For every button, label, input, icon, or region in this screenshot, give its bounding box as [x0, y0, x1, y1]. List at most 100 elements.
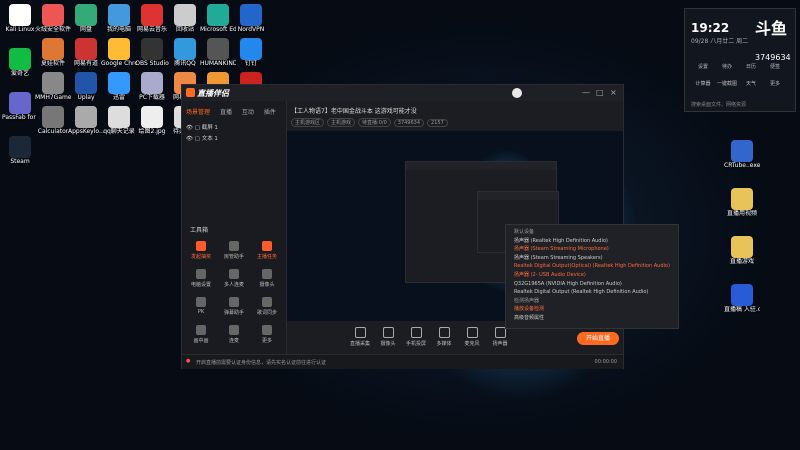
tool-label: PK: [197, 309, 205, 315]
audio-device-item[interactable]: 扬声器 (Steam Streaming Speakers): [506, 254, 678, 263]
scene-tabs: 场景管理 直播 互动 插件: [186, 107, 284, 116]
close-icon[interactable]: ×: [610, 88, 617, 97]
room-tag[interactable]: 待直播:0/0: [358, 118, 391, 127]
room-title[interactable]: 【工人物语7】老中国金战斗本 这游戏可能才没: [291, 106, 417, 115]
control-button[interactable]: 多媒体: [431, 327, 457, 347]
desktop-icon-label: 绘图2.jpg: [138, 128, 166, 135]
desktop-icon[interactable]: 回收站: [167, 4, 203, 33]
tab-interact[interactable]: 互动: [242, 109, 254, 116]
desktop-icon[interactable]: 夏娃软件: [35, 38, 71, 67]
audio-device-item[interactable]: Realtek Digital Output (Realtek High Def…: [506, 288, 678, 297]
desktop-icon[interactable]: 腾讯QQ: [167, 38, 203, 67]
audio-device-item[interactable]: 播放设备检测: [506, 305, 678, 314]
desktop-icon[interactable]: AppsKeylo...: [68, 106, 104, 135]
desktop-icon-label: Steam: [10, 158, 30, 165]
desktop-icon[interactable]: 直播稿 入驻.doc: [724, 284, 760, 313]
tab-scene[interactable]: 场景管理: [186, 109, 210, 116]
app-icon: [240, 4, 262, 26]
control-icon: [354, 327, 366, 338]
app-icon: [42, 72, 64, 94]
desktop-icon[interactable]: HUMANKIND: [200, 38, 236, 67]
tool-item[interactable]: 弹幕助手: [219, 297, 249, 316]
tool-item[interactable]: 更多: [252, 325, 282, 344]
desktop-icon[interactable]: Uplay: [68, 72, 104, 101]
tool-label: 连麦: [228, 338, 239, 344]
desktop-icon[interactable]: Google Chrome: [101, 38, 137, 67]
widget-shortcut[interactable]: 计算器: [691, 80, 715, 87]
tool-item[interactable]: 画中画: [186, 325, 216, 344]
desktop-icon[interactable]: PassFab for RAR: [2, 92, 38, 121]
desktop-icon-label: 直播用视频: [726, 210, 757, 217]
desktop-icon[interactable]: Kali Linux: [2, 4, 38, 33]
tool-item[interactable]: 多人连麦: [219, 269, 249, 288]
desktop-icon[interactable]: CRTube..exe: [724, 140, 760, 169]
desktop-icon[interactable]: 网易云音乐: [134, 4, 170, 33]
app-icon: [207, 4, 229, 26]
audio-device-item[interactable]: 扬声器 (Steam Streaming Microphone): [506, 245, 678, 254]
room-tag[interactable]: 主机游戏区: [291, 118, 325, 127]
widget-shortcut[interactable]: 日历: [739, 63, 763, 70]
start-live-button[interactable]: 开始直播: [577, 332, 619, 345]
control-button[interactable]: 扬声器: [487, 327, 513, 347]
desktop-icon[interactable]: Microsoft Edge: [200, 4, 236, 33]
tool-item[interactable]: 连麦: [219, 325, 249, 344]
clock-date: 09/28 八月廿二 周二: [691, 38, 749, 45]
scene-item[interactable]: 👁 ▢ 文本 1: [186, 134, 218, 142]
control-button[interactable]: 直播采集: [347, 327, 373, 347]
audio-device-item[interactable]: 扬声器 (2- USB Audio Device): [506, 271, 678, 280]
widget-shortcut[interactable]: 设置: [691, 63, 715, 70]
desktop-icon[interactable]: qq聊天记录: [101, 106, 137, 135]
audio-device-item[interactable]: 扬声器 (Realtek High Definition Audio): [506, 237, 678, 246]
desktop-icon[interactable]: 爱奇艺: [2, 48, 38, 77]
room-tag[interactable]: 2157: [427, 119, 448, 127]
tool-item[interactable]: 主播任务: [252, 241, 282, 260]
widget-shortcut[interactable]: 天气: [739, 80, 763, 87]
desktop-icon[interactable]: 绘图2.jpg: [134, 106, 170, 135]
room-tag[interactable]: 3749634: [393, 119, 425, 127]
room-tag[interactable]: 主机游戏: [327, 118, 356, 127]
audio-device-item[interactable]: 高级音频属性: [506, 314, 678, 323]
desktop-icon-label: 火绒安全软件: [35, 26, 71, 33]
desktop-icon[interactable]: 我的电脑: [101, 4, 137, 33]
tool-item[interactable]: 电脑设置: [186, 269, 216, 288]
minimize-icon[interactable]: —: [582, 88, 590, 97]
desktop-icon[interactable]: NordVPN: [233, 4, 269, 33]
scene-item[interactable]: 👁 ▢ 截屏 1: [186, 123, 218, 131]
tab-live[interactable]: 直播: [220, 109, 232, 116]
widget-shortcut[interactable]: 便签: [763, 63, 787, 70]
desktop-icon[interactable]: 火绒安全软件: [35, 4, 71, 33]
tool-icon: [262, 297, 272, 307]
maximize-icon[interactable]: □: [596, 88, 604, 97]
desktop-icon[interactable]: Calculator: [35, 106, 71, 135]
widget-shortcut[interactable]: 待办: [715, 63, 739, 70]
tool-item[interactable]: PK: [186, 297, 216, 315]
desktop-icon[interactable]: MMH7Game-Win: [35, 72, 71, 101]
desktop-icon[interactable]: 直播游戏: [724, 236, 760, 265]
control-button[interactable]: 手机投屏: [403, 327, 429, 347]
widget-shortcut[interactable]: 更多: [763, 80, 787, 87]
audio-device-item[interactable]: Q32G1965A (NVIDIA High Definition Audio): [506, 280, 678, 289]
control-button[interactable]: 麦克风: [459, 327, 485, 347]
desktop-icon[interactable]: OBS Studio: [134, 38, 170, 67]
desktop-icon[interactable]: 直播用视频: [724, 188, 760, 217]
tool-item[interactable]: 发起抽奖: [186, 241, 216, 260]
tool-icon: [229, 241, 239, 251]
widget-search[interactable]: 搜索桌面文件、网络资源: [691, 101, 746, 108]
tool-item[interactable]: 摄像头: [252, 269, 282, 288]
desktop-icon[interactable]: PC下载器: [134, 72, 170, 101]
desktop-icon[interactable]: 迅雷: [101, 72, 137, 101]
desktop-icon[interactable]: 钉钉: [233, 38, 269, 67]
tool-item[interactable]: 房管助手: [219, 241, 249, 260]
avatar[interactable]: [512, 88, 522, 98]
tab-plugin[interactable]: 插件: [264, 109, 276, 116]
tool-item[interactable]: 歌词同步: [252, 297, 282, 316]
widget-shortcuts: 设置 待办 日历 便签计算器 一键截图 天气 更多: [691, 63, 791, 97]
desktop-icon[interactable]: 网易有道: [68, 38, 104, 67]
widget-shortcut[interactable]: 一键截图: [715, 80, 739, 87]
app-icon: [42, 38, 64, 60]
toolbox-title: 工具箱: [190, 227, 209, 234]
control-button[interactable]: 摄像头: [375, 327, 401, 347]
desktop-icon[interactable]: Steam: [2, 136, 38, 165]
audio-device-item[interactable]: Realtek Digital Output(Optical) (Realtek…: [506, 262, 678, 271]
desktop-icon[interactable]: 网盘: [68, 4, 104, 33]
